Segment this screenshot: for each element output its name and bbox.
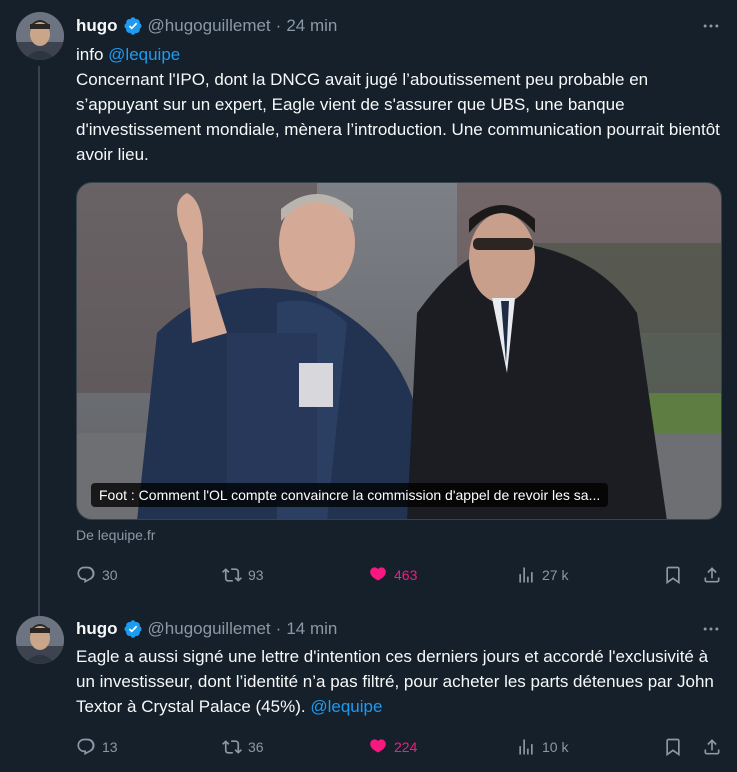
verified-badge-icon — [123, 16, 143, 36]
author-handle[interactable]: @hugoguillemet — [148, 619, 271, 639]
tweet-body: Eagle a aussi signé une lettre d'intenti… — [76, 647, 714, 716]
mention-link[interactable]: @lequipe — [108, 45, 180, 64]
views-button[interactable]: 10 k — [516, 735, 568, 759]
heart-filled-icon — [370, 567, 386, 581]
retweet-count: 36 — [248, 739, 264, 755]
reply-icon — [77, 566, 95, 584]
like-count: 224 — [394, 739, 418, 755]
avatar[interactable] — [16, 12, 64, 60]
mention-line: info @lequipe — [76, 42, 726, 67]
separator-dot: · — [275, 619, 282, 638]
mention-prefix: info — [76, 45, 104, 64]
bookmark-button[interactable] — [663, 735, 683, 759]
link-card-image[interactable]: Foot : Comment l'OL compte convaincre la… — [76, 182, 722, 520]
reply-count: 13 — [102, 739, 118, 755]
views-icon — [519, 739, 533, 755]
retweet-button[interactable]: 93 — [222, 563, 264, 587]
reply-count: 30 — [102, 567, 118, 583]
tweet-text: info @lequipe Concernant l'IPO, dont la … — [76, 42, 726, 167]
more-icon[interactable] — [699, 14, 723, 38]
like-button[interactable]: 224 — [368, 735, 417, 759]
more-icon[interactable] — [699, 617, 723, 641]
tweet-2[interactable]: hugo @hugoguillemet · 14 min Eagle a aus… — [0, 600, 737, 772]
tweet-text: Eagle a aussi signé une lettre d'intenti… — [76, 644, 726, 719]
tweet-actions: 13 36 224 10 k — [76, 735, 726, 759]
separator-dot: · — [275, 16, 282, 35]
author-name[interactable]: hugo — [76, 16, 118, 36]
bookmark-icon — [666, 738, 680, 757]
like-count: 463 — [394, 567, 418, 583]
bookmark-icon — [666, 566, 680, 585]
heart-filled-icon — [370, 739, 386, 753]
timestamp[interactable]: 24 min — [286, 16, 337, 36]
link-card-title[interactable]: Foot : Comment l'OL compte convaincre la… — [91, 483, 609, 507]
tweet-header: hugo @hugoguillemet · 24 min — [76, 14, 337, 38]
share-icon — [704, 567, 720, 583]
retweet-button[interactable]: 36 — [222, 735, 264, 759]
media-photo — [77, 183, 721, 519]
views-icon — [519, 567, 533, 583]
tweet-header: hugo @hugoguillemet · 14 min — [76, 617, 337, 641]
views-count: 10 k — [542, 739, 569, 755]
reply-button[interactable]: 30 — [76, 563, 118, 587]
thread-connector-line — [38, 66, 40, 620]
share-button[interactable] — [702, 735, 722, 759]
tweet-1[interactable]: hugo @hugoguillemet · 24 min info @lequi… — [0, 0, 737, 620]
retweet-count: 93 — [248, 567, 264, 583]
share-button[interactable] — [702, 563, 722, 587]
retweet-icon — [222, 740, 242, 754]
views-button[interactable]: 27 k — [516, 563, 568, 587]
author-name[interactable]: hugo — [76, 619, 118, 639]
timestamp[interactable]: 14 min — [286, 619, 337, 639]
like-button[interactable]: 463 — [368, 563, 417, 587]
verified-badge-icon — [123, 619, 143, 639]
share-icon — [704, 739, 720, 755]
reply-icon — [77, 738, 95, 756]
tweet-thread: hugo @hugoguillemet · 24 min info @lequi… — [0, 0, 737, 772]
badge-lanyard — [299, 363, 333, 407]
tweet-body: Concernant l'IPO, dont la DNCG avait jug… — [76, 70, 720, 164]
avatar[interactable] — [16, 616, 64, 664]
tweet-actions: 30 93 463 27 k — [76, 563, 726, 587]
retweet-icon — [222, 568, 242, 582]
views-count: 27 k — [542, 567, 569, 583]
link-source[interactable]: De lequipe.fr — [76, 527, 155, 543]
author-handle[interactable]: @hugoguillemet — [148, 16, 271, 36]
mention-link[interactable]: @lequipe — [310, 697, 382, 716]
reply-button[interactable]: 13 — [76, 735, 118, 759]
bookmark-button[interactable] — [663, 563, 683, 587]
